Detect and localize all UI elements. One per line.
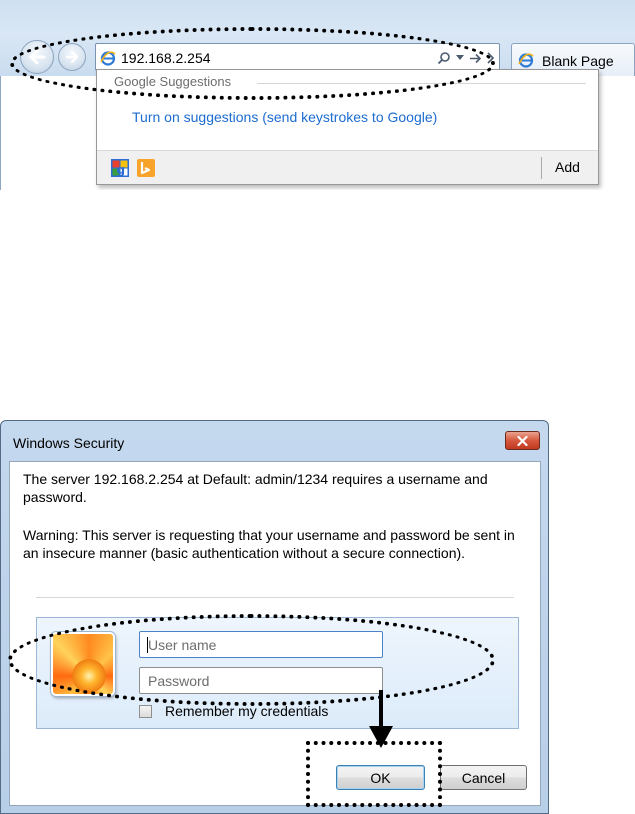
back-button[interactable] (20, 40, 54, 74)
user-tile-icon (51, 632, 115, 696)
security-warning: Warning: This server is requesting that … (23, 527, 515, 561)
address-text[interactable]: 192.168.2.254 (121, 49, 211, 67)
dialog-divider (36, 597, 514, 598)
remember-label: Remember my credentials (165, 703, 329, 719)
add-provider-button[interactable]: Add (555, 159, 580, 175)
text-cursor (147, 637, 148, 653)
suggestions-divider (257, 83, 586, 84)
svg-text:g: g (117, 163, 126, 177)
server-message: The server 192.168.2.254 at Default: adm… (23, 471, 488, 505)
internet-explorer-icon (518, 53, 534, 68)
forward-arrow-icon (65, 51, 79, 63)
cancel-button[interactable]: Cancel (440, 765, 527, 790)
browser-window: 192.168.2.254 Blank Page Google Suggesti… (0, 0, 635, 190)
close-button[interactable] (505, 431, 540, 450)
bing-icon[interactable] (137, 159, 155, 177)
pointer-arrow-shaft (379, 690, 383, 728)
google-icon[interactable]: g (111, 159, 129, 177)
close-icon (517, 435, 528, 446)
remember-checkbox[interactable] (139, 704, 152, 718)
internet-explorer-icon (100, 51, 116, 66)
footer-divider (541, 157, 542, 179)
ok-highlight-box (306, 741, 442, 807)
suggestions-header: Google Suggestions (114, 74, 232, 89)
remember-credentials[interactable]: Remember my credentials (139, 702, 328, 720)
screenshot: 192.168.2.254 Blank Page Google Suggesti… (0, 0, 635, 814)
dropdown-caret-icon[interactable] (456, 55, 464, 61)
address-tools (437, 49, 495, 67)
address-bar[interactable]: 192.168.2.254 (95, 43, 500, 71)
password-field[interactable]: Password (139, 667, 383, 694)
windows-security-dialog: Windows Security The server 192.168.2.25… (0, 420, 549, 814)
suggestions-dropdown: Google Suggestions Turn on suggestions (… (96, 69, 599, 185)
tab-label: Blank Page (542, 53, 614, 69)
password-placeholder: Password (148, 673, 210, 689)
dialog-body: The server 192.168.2.254 at Default: adm… (9, 461, 541, 806)
credential-panel: User name Password Remember my credentia… (36, 617, 519, 729)
refresh-icon[interactable] (487, 52, 495, 64)
forward-button[interactable] (58, 43, 86, 71)
enable-suggestions-link[interactable]: Turn on suggestions (send keystrokes to … (132, 109, 437, 125)
search-icon[interactable] (437, 51, 451, 65)
username-field[interactable]: User name (139, 631, 383, 658)
username-placeholder: User name (148, 637, 217, 653)
dialog-title: Windows Security (13, 435, 125, 451)
back-arrow-icon (29, 49, 46, 65)
go-arrow-icon[interactable] (469, 53, 482, 64)
search-providers-bar: g Add (97, 150, 598, 184)
